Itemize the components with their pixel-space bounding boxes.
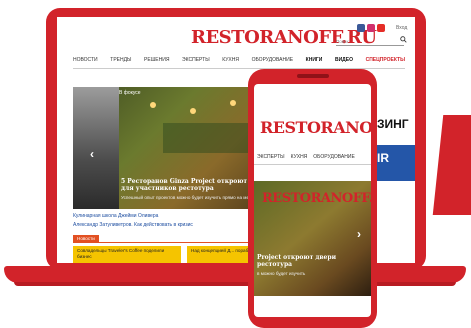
mobile-nav-item-kitchen[interactable]: КУХНЯ xyxy=(291,154,308,160)
nav-item-experts[interactable]: ЭКСПЕРТЫ xyxy=(182,57,210,63)
search-icon[interactable] xyxy=(400,36,407,43)
facebook-icon[interactable] xyxy=(357,24,365,32)
laptop-base-shadow xyxy=(14,282,456,286)
news-card[interactable]: Совладельцы Traveler's Coffee поделили б… xyxy=(73,246,181,263)
nav-item-equipment[interactable]: ОБОРУДОВАНИЕ xyxy=(252,57,294,63)
ad-banner-top[interactable]: ЗИНГ xyxy=(375,105,415,141)
nav-item-books[interactable]: КНИГИ xyxy=(306,57,323,63)
mobile-hero-slider[interactable]: RESTORANOFF.RU › Project откроют двери р… xyxy=(254,181,371,296)
nav-item-video[interactable]: ВИДЕО xyxy=(335,57,353,63)
article-link[interactable]: Александр Затуливетров. Как действовать … xyxy=(73,222,193,228)
mobile-site-logo[interactable]: RESTORANOFF.RU xyxy=(260,118,371,137)
mobile-hero-subtitle: в можно будет изучить xyxy=(257,271,306,276)
mobile-hero-logo: RESTORANOFF.RU xyxy=(262,191,371,206)
youtube-icon[interactable] xyxy=(377,24,385,32)
news-badge[interactable]: Новости xyxy=(73,235,99,242)
ad-banner-mid-text: IR xyxy=(377,151,389,165)
instagram-icon[interactable] xyxy=(367,24,375,32)
chevron-left-icon[interactable]: ‹ xyxy=(90,147,94,161)
mobile-nav-item-equipment[interactable]: ОБОРУДОВАНИЕ xyxy=(313,154,355,160)
mobile-nav-item-experts[interactable]: ЭКСПЕРТЫ xyxy=(257,154,285,160)
search-input[interactable]: Поиск xyxy=(336,39,404,46)
mobile-nav: ЭКСПЕРТЫ КУХНЯ ОБОРУДОВАНИЕ xyxy=(257,154,355,160)
nav-item-trends[interactable]: ТРЕНДЫ xyxy=(110,57,131,63)
hero-person-image xyxy=(73,87,119,209)
mobile-nav-divider xyxy=(254,164,371,165)
nav-item-kitchen[interactable]: КУХНЯ xyxy=(222,57,239,63)
social-links xyxy=(357,24,385,32)
login-link[interactable]: Вход xyxy=(396,25,407,31)
ad-banner-mid[interactable]: IR xyxy=(375,145,415,181)
nav-item-solutions[interactable]: РЕШЕНИЯ xyxy=(144,57,169,63)
hero-subtitle: Успешный опыт проектов можно будет изучи… xyxy=(121,195,256,200)
decorative-red-shape xyxy=(432,115,471,215)
nav-item-special-projects[interactable]: СПЕЦПРОЕКТЫ xyxy=(366,57,405,63)
laptop-base xyxy=(4,266,466,283)
mobile-hero-title[interactable]: Project откроют двери рестотура xyxy=(257,254,367,268)
nav-item-news[interactable]: НОВОСТИ xyxy=(73,57,98,63)
main-nav: НОВОСТИ ТРЕНДЫ РЕШЕНИЯ ЭКСПЕРТЫ КУХНЯ ОБ… xyxy=(73,57,405,63)
mobile-site-screen: RESTORANOFF.RU ЭКСПЕРТЫ КУХНЯ ОБОРУДОВАН… xyxy=(254,84,371,317)
ad-banner-top-text: ЗИНГ xyxy=(377,117,409,131)
phone-speaker xyxy=(297,74,329,78)
article-link[interactable]: Кулинарная школа Джейми Оливера xyxy=(73,213,158,219)
chevron-right-icon[interactable]: › xyxy=(357,227,361,241)
hero-tag: В фокусе xyxy=(119,90,141,96)
